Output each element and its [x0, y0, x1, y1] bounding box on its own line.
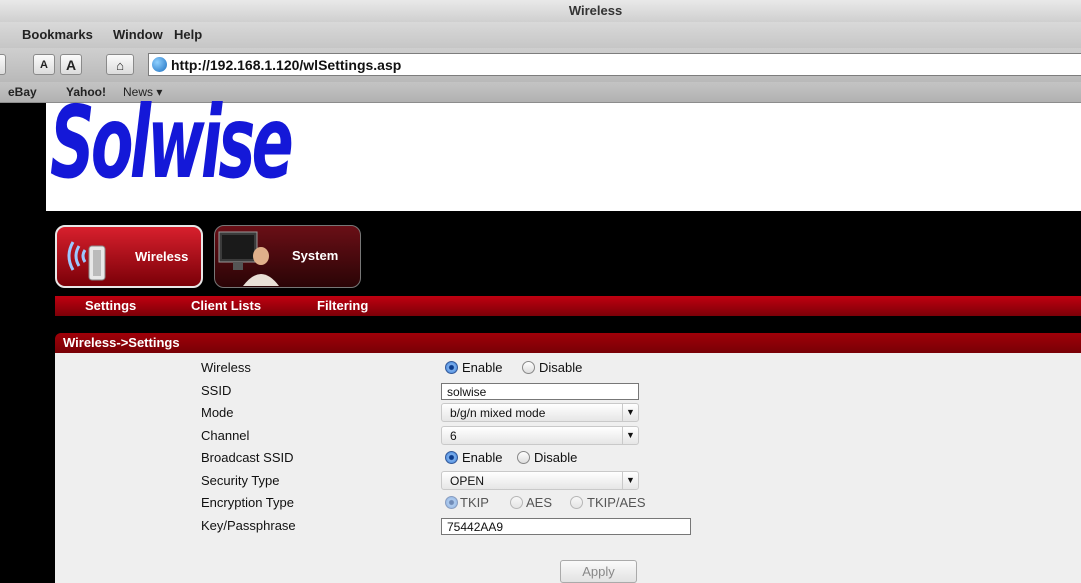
- sub-navigation: Settings Client Lists Filtering: [55, 296, 1081, 316]
- nav-system-label: System: [292, 248, 339, 263]
- window-title-bar: Wireless: [0, 0, 1081, 22]
- menu-window[interactable]: Window: [113, 27, 163, 42]
- computer-user-icon: [218, 231, 279, 286]
- url-text: http://192.168.1.120/wlSettings.asp: [171, 57, 402, 73]
- label-security-type: Security Type: [201, 473, 280, 488]
- broadcast-disable-label: Disable: [534, 450, 578, 465]
- encryption-tkip-label: TKIP: [460, 495, 489, 510]
- nav-wireless-label: Wireless: [135, 249, 189, 264]
- home-button[interactable]: ⌂: [106, 54, 134, 75]
- chevron-down-icon: ▼: [622, 404, 638, 421]
- encryption-tkip-radio[interactable]: [445, 496, 458, 509]
- subnav-filtering[interactable]: Filtering: [317, 298, 368, 313]
- encryption-aes-radio[interactable]: [510, 496, 523, 509]
- channel-select[interactable]: 6 ▼: [441, 426, 639, 445]
- encryption-aes-label: AES: [526, 495, 553, 510]
- label-channel: Channel: [201, 428, 250, 443]
- nav-wireless-button[interactable]: Wireless: [55, 225, 203, 288]
- menu-bar: Bookmarks Window Help: [0, 22, 1081, 48]
- broadcast-enable-label: Enable: [462, 450, 503, 465]
- globe-icon: [152, 57, 167, 72]
- window-title: Wireless: [568, 3, 623, 18]
- wireless-disable-radio[interactable]: [522, 361, 535, 374]
- text-bigger-button[interactable]: A: [60, 54, 82, 75]
- subnav-client-lists[interactable]: Client Lists: [191, 298, 261, 313]
- encryption-tkipaes-radio[interactable]: [570, 496, 583, 509]
- label-encryption-type: Encryption Type: [201, 495, 294, 510]
- wireless-router-icon: [67, 241, 106, 281]
- logo-banner: Solwise: [46, 93, 1081, 211]
- channel-select-value: 6: [450, 429, 457, 443]
- security-type-select[interactable]: OPEN ▼: [441, 471, 639, 490]
- subnav-settings[interactable]: Settings: [85, 298, 136, 313]
- solwise-logo: Solwise: [50, 84, 294, 201]
- wireless-enable-label: Enable: [462, 360, 503, 375]
- nav-system-button[interactable]: System: [214, 225, 361, 288]
- chevron-down-icon: ▼: [622, 427, 638, 444]
- panel-title: Wireless->Settings: [63, 335, 180, 350]
- panel-header: Wireless->Settings: [55, 333, 1081, 353]
- mode-select[interactable]: b/g/n mixed mode ▼: [441, 403, 639, 422]
- label-ssid: SSID: [201, 383, 232, 398]
- wireless-disable-label: Disable: [539, 360, 583, 375]
- label-mode: Mode: [201, 405, 234, 420]
- menu-bookmarks[interactable]: Bookmarks: [22, 27, 93, 42]
- apply-button[interactable]: Apply: [560, 560, 637, 583]
- home-icon: ⌂: [116, 58, 124, 73]
- label-wireless: Wireless: [201, 360, 251, 375]
- encryption-tkipaes-label: TKIP/AES: [587, 495, 646, 510]
- broadcast-disable-radio[interactable]: [517, 451, 530, 464]
- mode-select-value: b/g/n mixed mode: [450, 406, 546, 420]
- address-bar[interactable]: http://192.168.1.120/wlSettings.asp: [148, 53, 1081, 76]
- chevron-down-icon: ▼: [622, 472, 638, 489]
- wireless-enable-radio[interactable]: [445, 361, 458, 374]
- broadcast-enable-radio[interactable]: [445, 451, 458, 464]
- settings-panel: Wireless Enable Disable SSID solwise Mod…: [55, 353, 1081, 583]
- browser-toolbar: ‹ A A ⌂ http://192.168.1.120/wlSettings.…: [0, 48, 1081, 82]
- key-passphrase-input[interactable]: 75442AA9: [441, 518, 691, 535]
- label-key-passphrase: Key/Passphrase: [201, 518, 296, 533]
- back-button[interactable]: ‹: [0, 54, 6, 75]
- bookmark-ebay[interactable]: eBay: [8, 85, 37, 99]
- label-broadcast-ssid: Broadcast SSID: [201, 450, 294, 465]
- security-type-value: OPEN: [450, 474, 485, 488]
- menu-help[interactable]: Help: [174, 27, 202, 42]
- text-smaller-button[interactable]: A: [33, 54, 55, 75]
- ssid-input[interactable]: solwise: [441, 383, 639, 400]
